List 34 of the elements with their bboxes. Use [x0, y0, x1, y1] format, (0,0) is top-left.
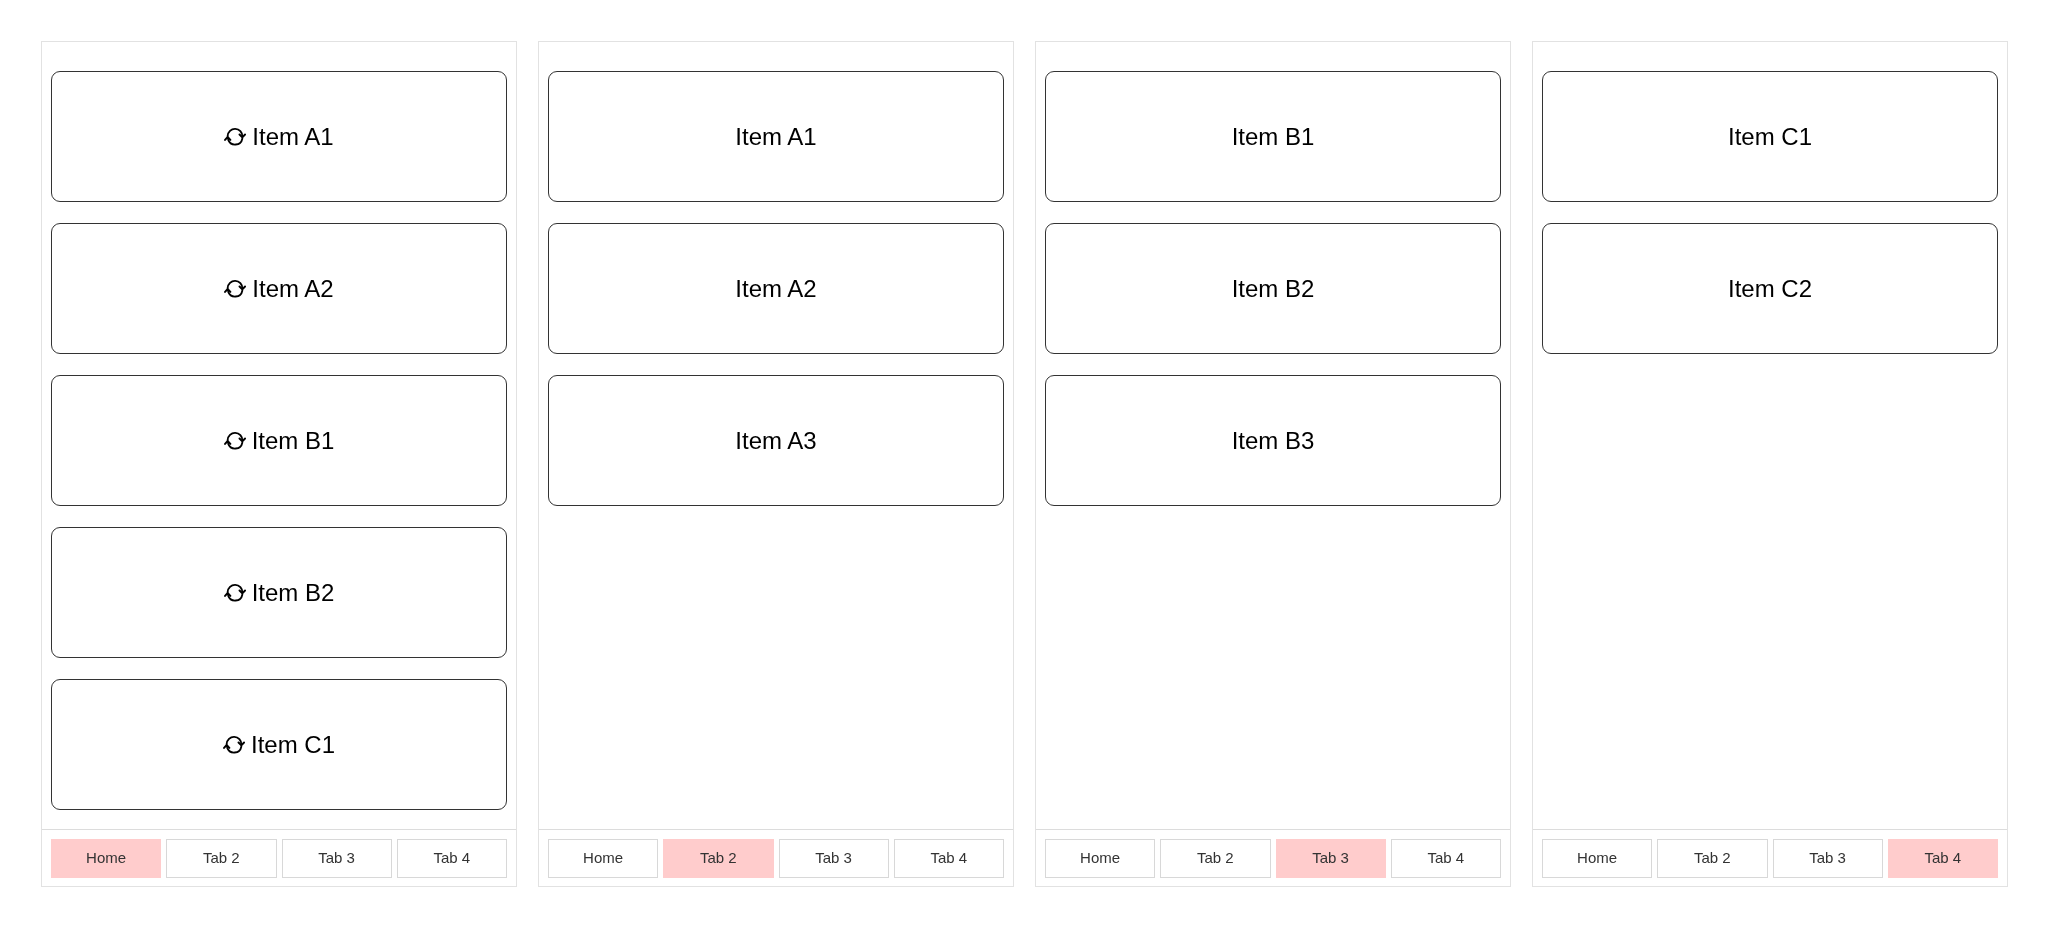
sync-icon — [224, 277, 247, 300]
list-item[interactable]: Item B2 — [1045, 223, 1501, 354]
tab[interactable]: Tab 3 — [1275, 839, 1386, 878]
list-item[interactable]: Item A2 — [51, 223, 507, 354]
tab[interactable]: Tab 3 — [778, 839, 889, 878]
list-item[interactable]: Item C1 — [1542, 71, 1998, 202]
list-item[interactable]: Item A3 — [548, 375, 1004, 506]
tab[interactable]: Tab 4 — [893, 839, 1004, 878]
tab[interactable]: Tab 2 — [1657, 839, 1768, 878]
tab[interactable]: Tab 3 — [1772, 839, 1883, 878]
list-item[interactable]: Item A1 — [51, 71, 507, 202]
list-item[interactable]: Item B2 — [51, 527, 507, 658]
sync-icon — [223, 581, 246, 604]
tab[interactable]: Tab 3 — [281, 839, 392, 878]
tab[interactable]: Home — [1045, 839, 1156, 878]
tab[interactable]: Tab 2 — [166, 839, 277, 878]
list-item[interactable]: Item A2 — [548, 223, 1004, 354]
tab[interactable]: Tab 4 — [1887, 839, 1998, 878]
tab[interactable]: Tab 2 — [1160, 839, 1271, 878]
sync-icon — [223, 733, 245, 756]
list-item[interactable]: Item B1 — [51, 375, 507, 506]
tab[interactable]: Home — [548, 839, 659, 878]
tab[interactable]: Home — [51, 839, 162, 878]
list-item[interactable]: Item C1 — [51, 679, 507, 810]
sync-icon — [224, 125, 247, 148]
sync-icon — [223, 429, 246, 452]
list-item[interactable]: Item A1 — [548, 71, 1004, 202]
list-item[interactable]: Item C2 — [1542, 223, 1998, 354]
tab[interactable]: Home — [1542, 839, 1653, 878]
tab[interactable]: Tab 2 — [663, 839, 774, 878]
list-item[interactable]: Item B3 — [1045, 375, 1501, 506]
tab[interactable]: Tab 4 — [1390, 839, 1501, 878]
list-item[interactable]: Item B1 — [1045, 71, 1501, 202]
tab[interactable]: Tab 4 — [396, 839, 507, 878]
